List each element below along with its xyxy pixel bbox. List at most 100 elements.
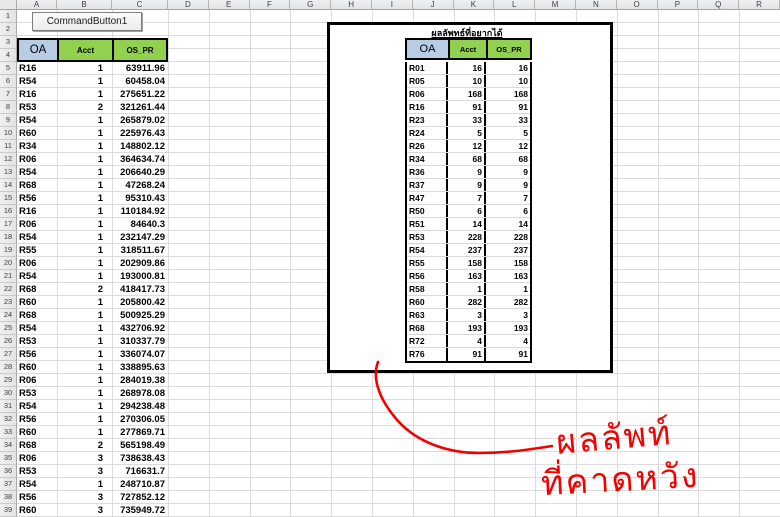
row-header-28[interactable]: 28 xyxy=(0,361,17,374)
cell[interactable]: R60 xyxy=(17,426,57,439)
column-header-H[interactable]: H xyxy=(331,0,372,10)
cell[interactable]: 1 xyxy=(57,400,112,413)
cell[interactable]: 1 xyxy=(57,322,112,335)
cell[interactable]: R06 xyxy=(17,218,57,231)
cell[interactable]: 1 xyxy=(57,179,112,192)
cell[interactable]: R60 xyxy=(17,361,57,374)
cell[interactable]: 565198.49 xyxy=(112,439,168,452)
row-header-9[interactable]: 9 xyxy=(0,114,17,127)
cell[interactable]: 202909.86 xyxy=(112,257,168,270)
cell[interactable]: 275651.22 xyxy=(112,88,168,101)
left-table-body[interactable]: R16163911.96R54160458.04R161275651.22R53… xyxy=(17,62,168,517)
left-header-cell-Acct[interactable]: Acct xyxy=(57,40,112,60)
cell[interactable]: 1 xyxy=(57,231,112,244)
cell[interactable]: 1 xyxy=(57,257,112,270)
cell[interactable]: 63911.96 xyxy=(112,62,168,75)
cell[interactable]: R54 xyxy=(17,114,57,127)
row-header-39[interactable]: 39 xyxy=(0,504,17,517)
cell[interactable]: R55 xyxy=(17,244,57,257)
row-header-29[interactable]: 29 xyxy=(0,374,17,387)
row-header-27[interactable]: 27 xyxy=(0,348,17,361)
cell[interactable]: R68 xyxy=(17,179,57,192)
cell[interactable]: R06 xyxy=(17,153,57,166)
cell[interactable]: R34 xyxy=(17,140,57,153)
row-header-11[interactable]: 11 xyxy=(0,140,17,153)
cell[interactable]: 206640.29 xyxy=(112,166,168,179)
row-header-12[interactable]: 12 xyxy=(0,153,17,166)
cell[interactable]: 1 xyxy=(57,153,112,166)
select-all-corner[interactable] xyxy=(0,0,17,10)
row-header-20[interactable]: 20 xyxy=(0,257,17,270)
cell[interactable]: 3 xyxy=(57,491,112,504)
left-header-cell-OS_PR[interactable]: OS_PR xyxy=(112,40,166,60)
cell[interactable]: R16 xyxy=(17,62,57,75)
cell[interactable]: R53 xyxy=(17,335,57,348)
cell[interactable]: 1 xyxy=(57,205,112,218)
cell[interactable]: 84640.3 xyxy=(112,218,168,231)
cell[interactable]: 716631.7 xyxy=(112,465,168,478)
cell[interactable]: 727852.12 xyxy=(112,491,168,504)
row-header-4[interactable]: 4 xyxy=(0,49,17,62)
row-header-34[interactable]: 34 xyxy=(0,439,17,452)
cell[interactable]: R56 xyxy=(17,491,57,504)
row-header-10[interactable]: 10 xyxy=(0,127,17,140)
column-header-E[interactable]: E xyxy=(209,0,250,10)
cell[interactable]: 321261.44 xyxy=(112,101,168,114)
cell[interactable]: R68 xyxy=(17,309,57,322)
row-header-24[interactable]: 24 xyxy=(0,309,17,322)
cell[interactable]: 738638.43 xyxy=(112,452,168,465)
cell[interactable]: R54 xyxy=(17,270,57,283)
cell[interactable]: 294238.48 xyxy=(112,400,168,413)
column-header-D[interactable]: D xyxy=(168,0,209,10)
cell[interactable]: 284019.38 xyxy=(112,374,168,387)
cell[interactable]: 225976.43 xyxy=(112,127,168,140)
cell[interactable]: R53 xyxy=(17,387,57,400)
column-header-I[interactable]: I xyxy=(372,0,413,10)
cell[interactable]: 1 xyxy=(57,218,112,231)
left-table-header[interactable]: OAAcctOS_PR xyxy=(17,38,168,62)
row-header-21[interactable]: 21 xyxy=(0,270,17,283)
cell[interactable]: 47268.24 xyxy=(112,179,168,192)
left-header-cell-OA[interactable]: OA xyxy=(19,40,57,60)
cell[interactable]: 364634.74 xyxy=(112,153,168,166)
row-header-37[interactable]: 37 xyxy=(0,478,17,491)
cell[interactable]: R56 xyxy=(17,192,57,205)
cell[interactable]: R56 xyxy=(17,348,57,361)
column-header-Q[interactable]: Q xyxy=(698,0,739,10)
column-header-C[interactable]: C xyxy=(112,0,168,10)
row-header-33[interactable]: 33 xyxy=(0,426,17,439)
cell[interactable]: 1 xyxy=(57,75,112,88)
row-header-17[interactable]: 17 xyxy=(0,218,17,231)
cell[interactable]: R54 xyxy=(17,231,57,244)
column-header-B[interactable]: B xyxy=(57,0,112,10)
column-header-K[interactable]: K xyxy=(454,0,495,10)
row-header-31[interactable]: 31 xyxy=(0,400,17,413)
row-header-26[interactable]: 26 xyxy=(0,335,17,348)
row-header-5[interactable]: 5 xyxy=(0,62,17,75)
cell[interactable]: 1 xyxy=(57,62,112,75)
cell[interactable]: R56 xyxy=(17,413,57,426)
command-button[interactable]: CommandButton1 xyxy=(32,12,142,31)
cell[interactable]: 95310.43 xyxy=(112,192,168,205)
cell[interactable]: 248710.87 xyxy=(112,478,168,491)
cell[interactable]: 1 xyxy=(57,140,112,153)
row-header-7[interactable]: 7 xyxy=(0,88,17,101)
cell[interactable]: 1 xyxy=(57,387,112,400)
cell[interactable]: 232147.29 xyxy=(112,231,168,244)
result-picture[interactable]: ผลลัพทธ์ที่อยากได้ OAAcctOS_PR R011616R0… xyxy=(327,22,613,373)
column-header-A[interactable]: A xyxy=(17,0,57,10)
cell[interactable]: R06 xyxy=(17,452,57,465)
cell[interactable]: 1 xyxy=(57,348,112,361)
cell[interactable]: 60458.04 xyxy=(112,75,168,88)
row-header-15[interactable]: 15 xyxy=(0,192,17,205)
column-header-R[interactable]: R xyxy=(739,0,780,10)
cell[interactable]: 3 xyxy=(57,452,112,465)
cell[interactable]: 193000.81 xyxy=(112,270,168,283)
row-header-8[interactable]: 8 xyxy=(0,101,17,114)
cell[interactable]: 336074.07 xyxy=(112,348,168,361)
cell[interactable]: R60 xyxy=(17,296,57,309)
cell[interactable]: R06 xyxy=(17,257,57,270)
row-header-6[interactable]: 6 xyxy=(0,75,17,88)
row-header-23[interactable]: 23 xyxy=(0,296,17,309)
row-header-36[interactable]: 36 xyxy=(0,465,17,478)
